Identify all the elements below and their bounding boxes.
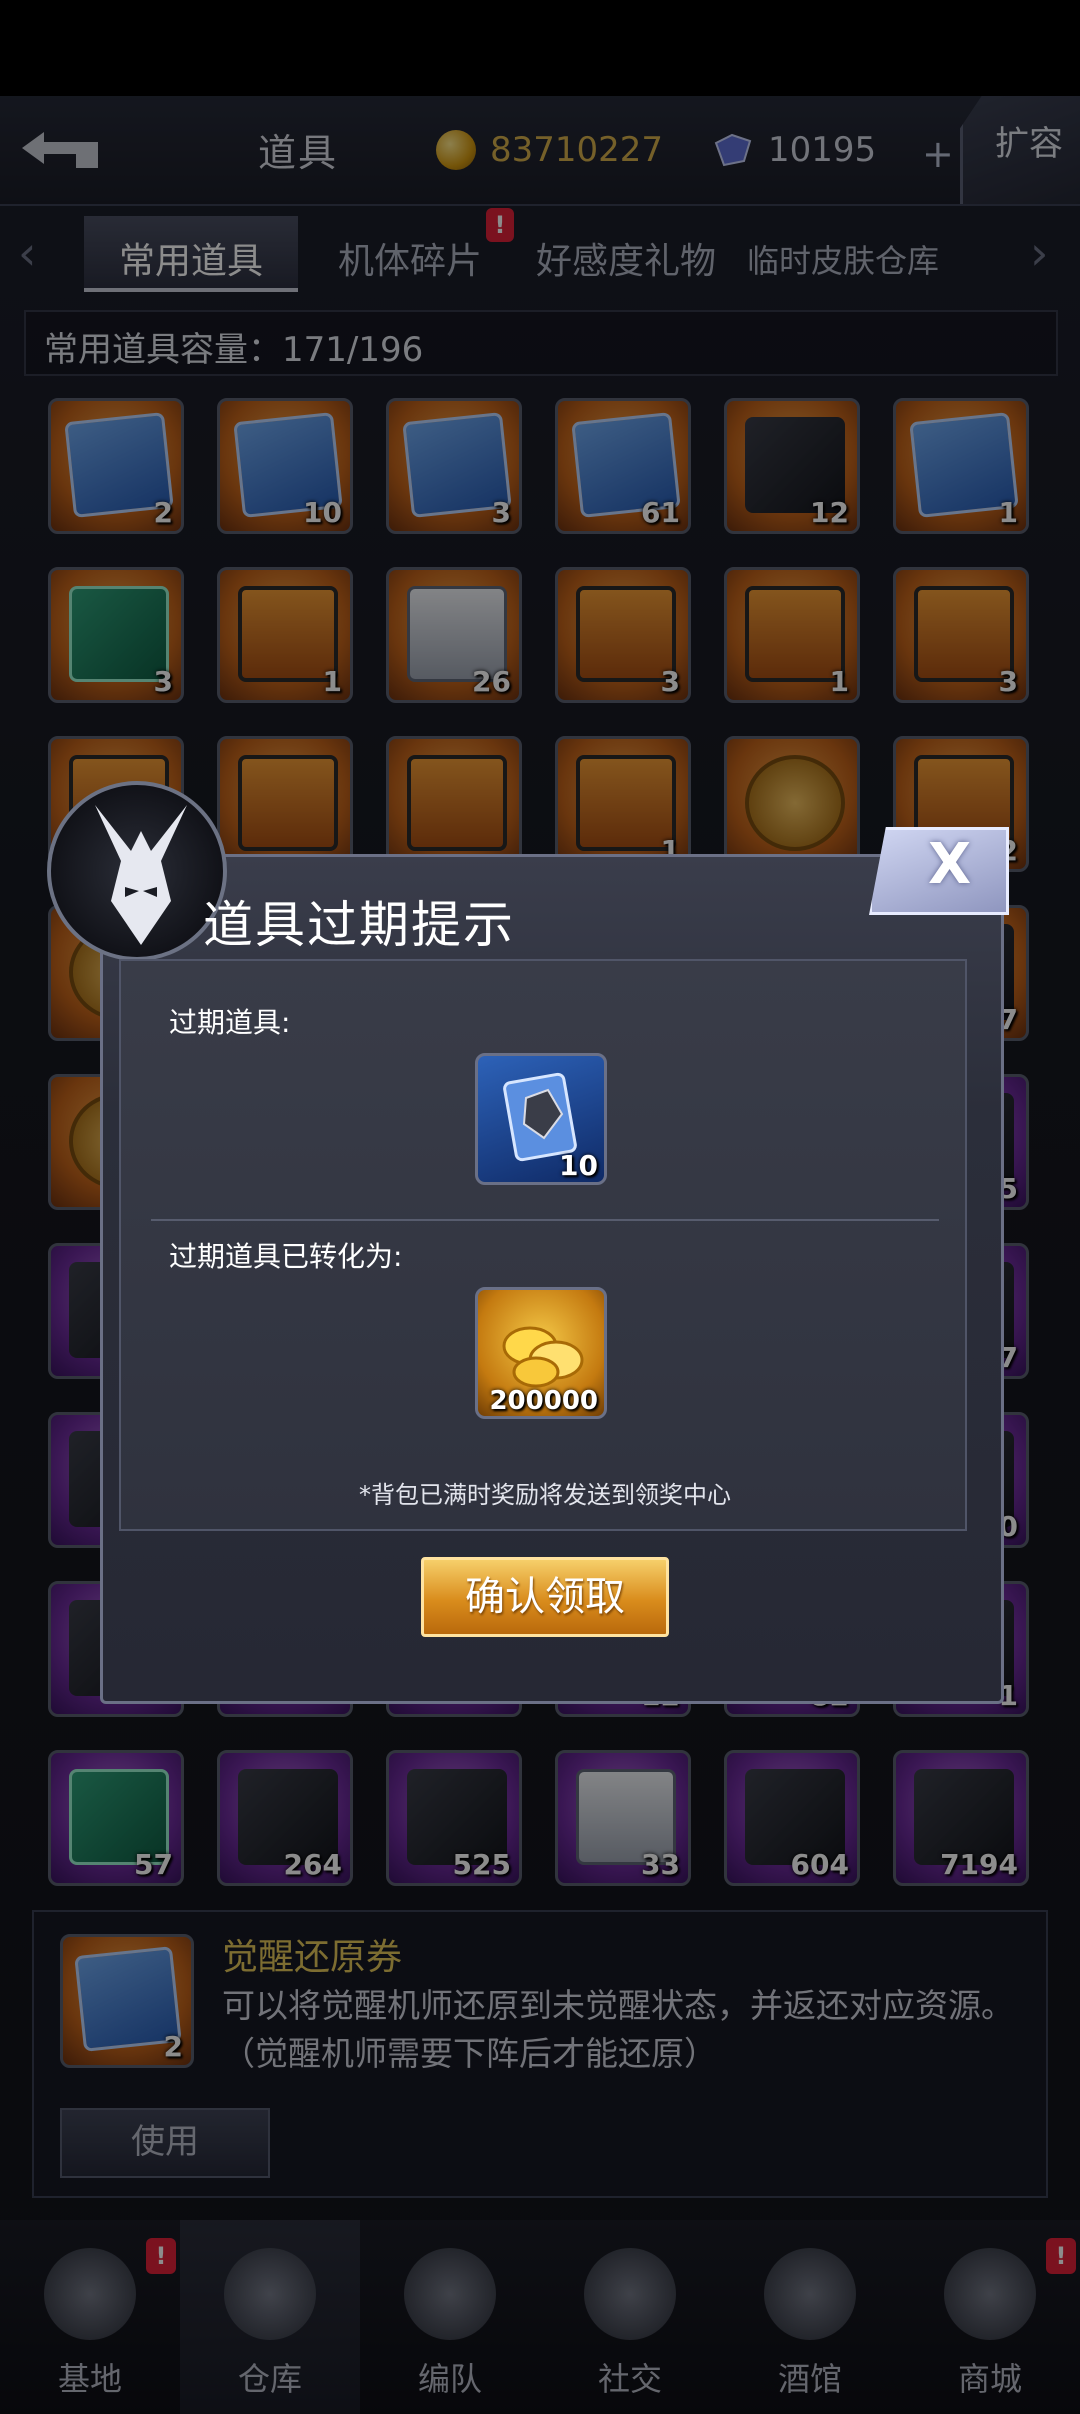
gold-coins-icon [502,1326,584,1388]
expired-item-count: 10 [559,1149,598,1182]
backpack-full-notice: *背包已满时奖励将发送到领奖中心 [359,1481,731,1509]
expired-items-label: 过期道具: [169,1006,291,1039]
mech-emblem-icon [47,781,227,961]
converted-item-count: 200000 [489,1386,598,1416]
converted-items-label: 过期道具已转化为: [169,1240,403,1273]
close-button[interactable]: X [869,827,1009,915]
dialog-content: 过期道具: 10 过期道具已转化为: 200000 *背包已满时奖励将发送到领奖… [119,959,967,1531]
dialog-title: 道具过期提示 [203,896,515,954]
expiry-notice-dialog: 道具过期提示 X 过期道具: 10 过期道具已转化为: 200000 *背包已满… [47,781,1009,1704]
section-divider [151,1219,939,1221]
confirm-claim-button[interactable]: 确认领取 [421,1557,669,1637]
mech-head-icon [95,805,187,945]
close-icon: X [928,832,972,897]
expired-item[interactable]: 10 [475,1053,607,1185]
converted-item[interactable]: 200000 [475,1287,607,1419]
